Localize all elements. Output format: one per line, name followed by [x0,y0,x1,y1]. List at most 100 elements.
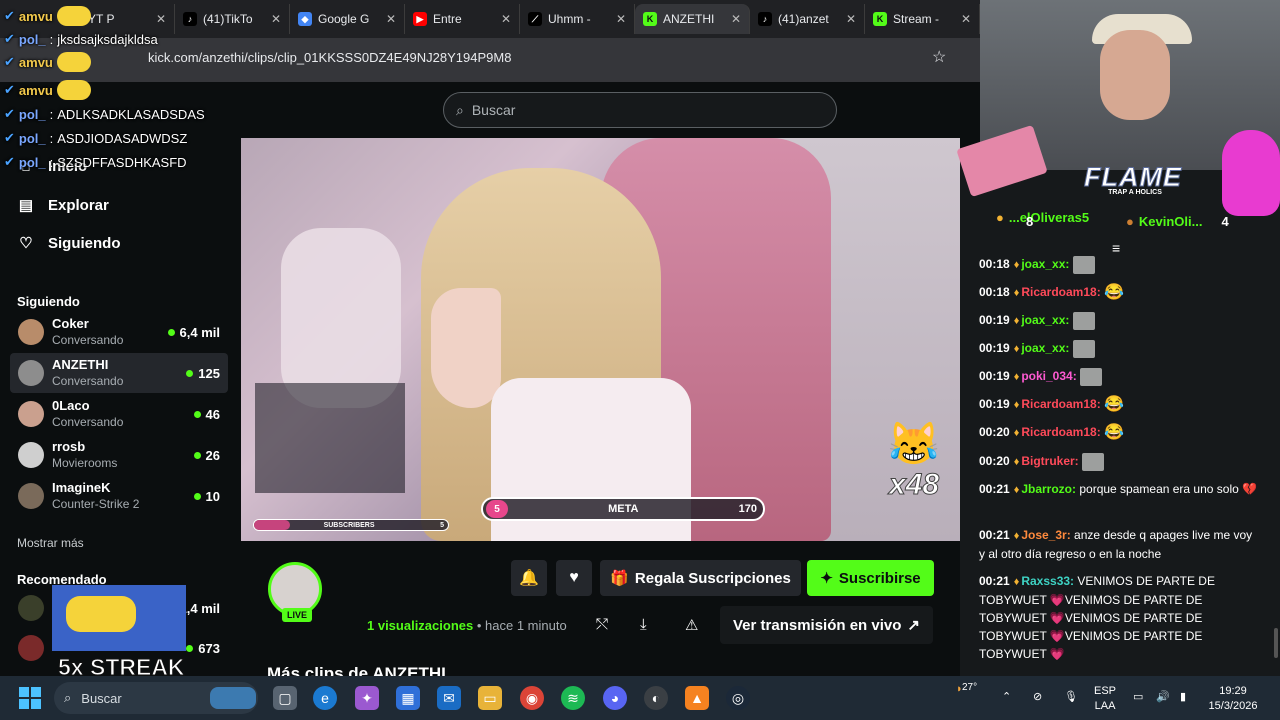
following-channel-anzethi[interactable]: ANZETHI Conversando 125 [10,353,228,393]
browser-tab[interactable]: K Stream - ✕ [865,4,980,34]
close-tab-icon[interactable]: ✕ [386,12,396,26]
viewer-count: 10 [193,489,220,504]
watch-live-button[interactable]: Ver transmisión en vivo ↗ [720,606,933,644]
report-icon[interactable]: ⚠ [685,616,698,634]
chat-timestamp: 00:18 [979,257,1010,271]
following-channel-imaginek[interactable]: ImagineK Counter-Strike 2 10 [10,476,228,516]
views-count: 1 visualizaciones [367,618,474,633]
chat-timestamp: 00:19 [979,313,1010,327]
goal-target: 170 [738,503,757,515]
tray-chevron-icon[interactable]: ⌃ [1002,690,1011,705]
follow-button[interactable]: ♥ [556,560,592,596]
chrome-icon[interactable]: ◉ [520,686,544,710]
download-icon[interactable]: ⤓ [640,616,647,633]
check-icon: ✔ [4,130,15,145]
browser-tab[interactable]: K ANZETHI ✕ [635,4,750,34]
close-tab-icon[interactable]: ✕ [731,12,741,26]
subscribe-button[interactable]: ✦ Suscribirse [807,560,934,596]
url-text[interactable]: kick.com/anzethi/clips/clip_01KKSSS0DZ4E… [148,50,511,65]
browser-tab[interactable]: ▶ Entre ✕ [405,4,520,34]
chat-username[interactable]: Raxss33 [1021,574,1070,588]
task-view-icon[interactable]: ▢ [273,686,297,710]
microphone-icon[interactable]: 🎙 [1064,690,1078,705]
explore-icon: ▤ [18,197,34,214]
search-placeholder: Buscar [471,102,516,118]
show-more-link[interactable]: Mostrar más [17,536,84,550]
screen: YT P ✕ ♪ (41)TikTo ✕ ◆ Google G ✕ ▶ Entre ✕ ⟋ Uhmm -… [0,0,1280,720]
discord-icon[interactable]: ◕ [603,686,627,710]
browser-tab[interactable]: ♪ (41)anzet ✕ [750,4,865,34]
avatar [18,635,44,661]
vlc-icon[interactable]: ▲ [685,686,709,710]
nav-following[interactable]: ♡ Siguiendo [18,234,120,253]
following-section-title: Siguiendo [17,294,80,309]
channel-category: Conversando [52,415,124,429]
top-gifter-name: KevinOli... [1138,214,1203,229]
battery-icon[interactable]: ▮ [1180,690,1186,705]
notifications-button[interactable]: 🔔 [511,560,547,596]
following-channel-0laco[interactable]: 0Laco Conversando 46 [10,394,228,434]
close-tab-icon[interactable]: ✕ [156,12,166,26]
browser-tab[interactable]: ◆ Google G ✕ [290,4,405,34]
volume-icon[interactable]: 🔊 [1156,690,1170,705]
app-icon[interactable]: ◐ [644,686,668,710]
store-icon[interactable]: ▦ [396,686,420,710]
channel-name: ANZETHI [52,357,109,372]
video-player[interactable]: 5 META 170 SUBSCRIBERS 5 😹 x48 [241,138,960,541]
overlay-username: pol_ [18,106,46,122]
language-indicator[interactable]: ESP LAA [1094,684,1116,714]
badge-icon: ♦ [1013,371,1020,383]
chat-username[interactable]: joax_xx [1021,341,1065,355]
close-tab-icon[interactable]: ✕ [616,12,626,26]
close-tab-icon[interactable]: ✕ [271,12,281,26]
chat-username[interactable]: Jbarrozo [1021,482,1072,496]
overlay-username: pol_ [18,154,46,170]
windows-start-icon[interactable] [19,687,41,709]
close-tab-icon[interactable]: ✕ [961,12,971,26]
share-icon[interactable]: ⤲ [596,616,608,633]
channel-name: 0Laco [52,398,90,413]
browser-tab[interactable]: ♪ (41)TikTo ✕ [175,4,290,34]
network-icon[interactable]: ⊘ [1033,690,1042,705]
chat-scrollbar[interactable] [1274,628,1278,658]
chat-username[interactable]: joax_xx [1021,313,1065,327]
chat-username[interactable]: Ricardoam18 [1021,397,1096,411]
subscribers-label: SUBSCRIBERS [323,521,375,529]
file-explorer-icon[interactable]: ▭ [478,686,502,710]
tab-favicon-icon: ♪ [183,12,197,26]
chat-message: 00:21 ♦ Raxss33: VENIMOS DE PARTE DE TOBYW… [979,574,1215,661]
chat-username[interactable]: poki_034 [1021,369,1072,383]
chat-username[interactable]: Ricardoam18 [1021,425,1096,439]
weather-temp: 27° [962,682,978,693]
bookmark-star-icon[interactable]: ☆ [932,47,946,67]
tab-title: Stream - [893,12,940,26]
copilot-icon[interactable]: ✦ [355,686,379,710]
search-input[interactable]: ⌕ Buscar [443,92,837,128]
following-channel-coker[interactable]: Coker Conversando 6,4 mil [10,312,228,352]
badge-icon: ♦ [1013,484,1020,496]
close-tab-icon[interactable]: ✕ [846,12,856,26]
following-channel-rrosb[interactable]: rrosb Movierooms 26 [10,435,228,475]
clock[interactable]: 19:29 15/3/2026 [1200,684,1266,714]
nav-explore[interactable]: ▤ Explorar [18,196,109,215]
chat-username[interactable]: Jose_3r [1021,528,1066,542]
chat-username[interactable]: Bigtruker [1021,454,1074,468]
spotify-icon[interactable]: ≋ [561,686,585,710]
chat-username[interactable]: Ricardoam18 [1021,285,1096,299]
display-icon[interactable]: ▭ [1133,690,1143,705]
chat-filter-icon[interactable]: ≡ [1112,240,1120,256]
outlook-icon[interactable]: ✉ [437,686,461,710]
steam-icon[interactable]: ◎ [726,686,750,710]
close-tab-icon[interactable]: ✕ [501,12,511,26]
avatar [18,319,44,345]
taskbar-search[interactable]: ⌕ Buscar [54,682,258,714]
gift-subs-button[interactable]: 🎁 Regala Suscripciones [600,560,801,596]
edge-icon[interactable]: e [313,686,337,710]
chat-message: 00:19 ♦ joax_xx: [979,339,1259,358]
chat-username[interactable]: joax_xx [1021,257,1065,271]
avatar [18,483,44,509]
tab-favicon-icon: ⟋ [528,12,542,26]
badge-icon: ♦ [1013,576,1020,588]
viewer-count: 673 [186,641,220,656]
browser-tab[interactable]: ⟋ Uhmm - ✕ [520,4,635,34]
